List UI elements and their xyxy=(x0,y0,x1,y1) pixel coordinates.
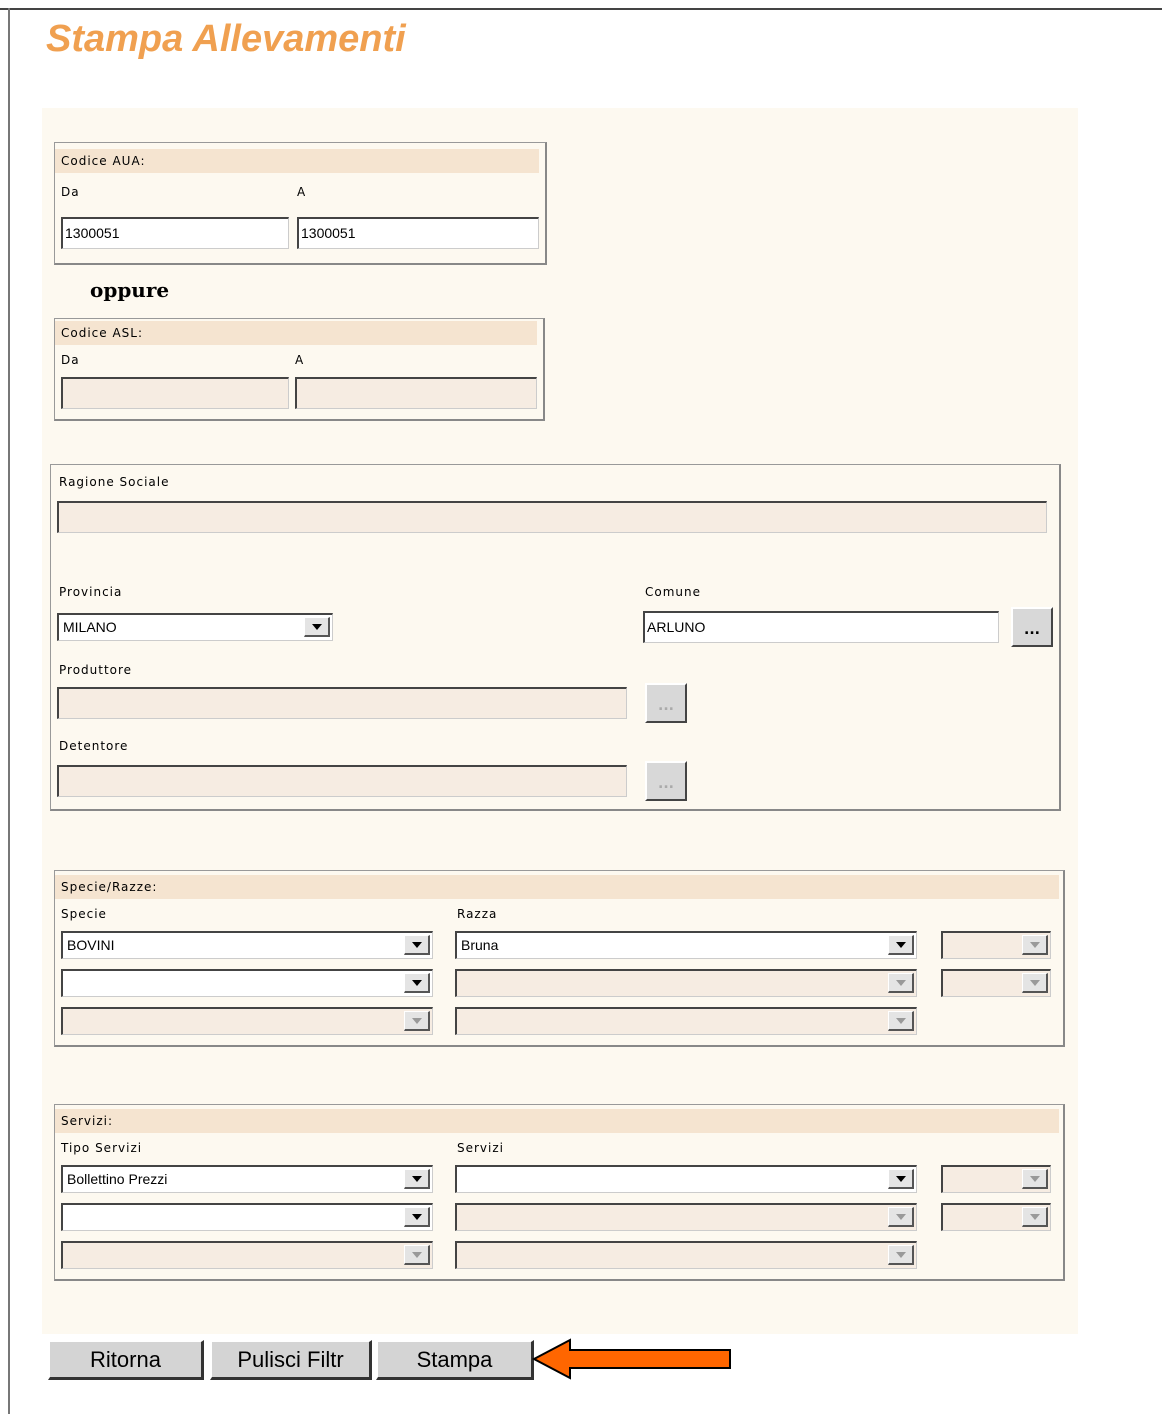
produttore-browse-button[interactable]: ... xyxy=(645,683,687,723)
chevron-down-icon[interactable] xyxy=(404,935,430,955)
anagrafica-box: Ragione Sociale Provincia MILANO Comune … xyxy=(50,464,1061,811)
servizi-select-2[interactable] xyxy=(455,1203,917,1231)
chevron-down-icon[interactable] xyxy=(1022,973,1048,993)
chevron-down-icon[interactable] xyxy=(888,1169,914,1189)
ragione-sociale-label: Ragione Sociale xyxy=(59,475,170,489)
ragione-sociale-input[interactable] xyxy=(57,501,1047,533)
chevron-down-icon[interactable] xyxy=(1022,1207,1048,1227)
specie-select-3[interactable] xyxy=(61,1007,433,1035)
comune-browse-button[interactable]: ... xyxy=(1011,607,1053,647)
servizi-select-1[interactable] xyxy=(455,1165,917,1193)
razza-value-1: Bruna xyxy=(461,937,499,953)
stampa-button[interactable]: Stampa xyxy=(376,1340,534,1380)
provincia-label: Provincia xyxy=(59,585,123,599)
servizi-box: Servizi: Tipo Servizi Servizi Bollettino… xyxy=(54,1104,1065,1281)
specie-select-1[interactable]: BOVINI xyxy=(61,931,433,959)
chevron-down-icon[interactable] xyxy=(404,973,430,993)
chevron-down-icon[interactable] xyxy=(1022,1169,1048,1189)
specie-value-1: BOVINI xyxy=(67,937,115,953)
comune-input[interactable]: ARLUNO xyxy=(643,611,999,643)
left-border xyxy=(8,8,10,1414)
codice-aua-da-input[interactable]: 1300051 xyxy=(61,217,289,249)
codice-asl-da-input[interactable] xyxy=(61,377,289,409)
razza-select-2[interactable] xyxy=(455,969,917,997)
razza-select-1[interactable]: Bruna xyxy=(455,931,917,959)
pointer-arrow xyxy=(531,1338,731,1380)
chevron-down-icon[interactable] xyxy=(404,1169,430,1189)
detentore-browse-button[interactable]: ... xyxy=(645,761,687,801)
comune-label: Comune xyxy=(645,585,702,599)
servizi-header: Servizi: xyxy=(55,1109,1059,1133)
provincia-select[interactable]: MILANO xyxy=(57,613,333,641)
oppure-label: oppure xyxy=(90,278,170,302)
chevron-down-icon[interactable] xyxy=(888,1207,914,1227)
tipo-servizi-select-2[interactable] xyxy=(61,1203,433,1231)
codice-aua-da-label: Da xyxy=(61,185,80,199)
tipo-servizi-label: Tipo Servizi xyxy=(61,1141,143,1155)
specie-label: Specie xyxy=(61,907,107,921)
codice-asl-a-label: A xyxy=(295,353,305,367)
produttore-input[interactable] xyxy=(57,687,627,719)
chevron-down-icon[interactable] xyxy=(304,617,330,637)
extra-select-2[interactable] xyxy=(941,969,1051,997)
razza-label: Razza xyxy=(457,907,498,921)
servizi-label: Servizi xyxy=(457,1141,505,1155)
chevron-down-icon[interactable] xyxy=(888,1245,914,1265)
codice-asl-a-input[interactable] xyxy=(295,377,537,409)
servizi-select-3[interactable] xyxy=(455,1241,917,1269)
top-border xyxy=(0,8,1162,10)
provincia-value: MILANO xyxy=(63,619,117,635)
chevron-down-icon[interactable] xyxy=(888,973,914,993)
codice-asl-header: Codice ASL: xyxy=(55,321,537,345)
produttore-label: Produttore xyxy=(59,663,133,677)
specie-razze-header: Specie/Razze: xyxy=(55,875,1059,899)
tipo-servizi-value-1: Bollettino Prezzi xyxy=(67,1171,168,1187)
chevron-down-icon[interactable] xyxy=(404,1245,430,1265)
servizi-extra-select-1[interactable] xyxy=(941,1165,1051,1193)
chevron-down-icon[interactable] xyxy=(404,1011,430,1031)
tipo-servizi-select-1[interactable]: Bollettino Prezzi xyxy=(61,1165,433,1193)
chevron-down-icon[interactable] xyxy=(1022,935,1048,955)
codice-aua-a-label: A xyxy=(297,185,307,199)
pulisci-filtri-button[interactable]: Pulisci Filtr xyxy=(210,1340,372,1380)
detentore-label: Detentore xyxy=(59,739,129,753)
specie-razze-box: Specie/Razze: Specie Razza BOVINI Bruna xyxy=(54,870,1065,1047)
page-title: Stampa Allevamenti xyxy=(46,18,406,60)
razza-select-3[interactable] xyxy=(455,1007,917,1035)
chevron-down-icon[interactable] xyxy=(888,1011,914,1031)
codice-aua-header: Codice AUA: xyxy=(55,149,539,173)
codice-aua-box: Codice AUA: Da A 1300051 1300051 xyxy=(54,142,547,265)
detentore-input[interactable] xyxy=(57,765,627,797)
tipo-servizi-select-3[interactable] xyxy=(61,1241,433,1269)
extra-select-1[interactable] xyxy=(941,931,1051,959)
codice-asl-da-label: Da xyxy=(61,353,80,367)
specie-select-2[interactable] xyxy=(61,969,433,997)
ritorna-button[interactable]: Ritorna xyxy=(48,1340,204,1380)
codice-aua-a-input[interactable]: 1300051 xyxy=(297,217,539,249)
servizi-extra-select-2[interactable] xyxy=(941,1203,1051,1231)
codice-asl-box: Codice ASL: Da A xyxy=(54,318,545,421)
chevron-down-icon[interactable] xyxy=(404,1207,430,1227)
chevron-down-icon[interactable] xyxy=(888,935,914,955)
